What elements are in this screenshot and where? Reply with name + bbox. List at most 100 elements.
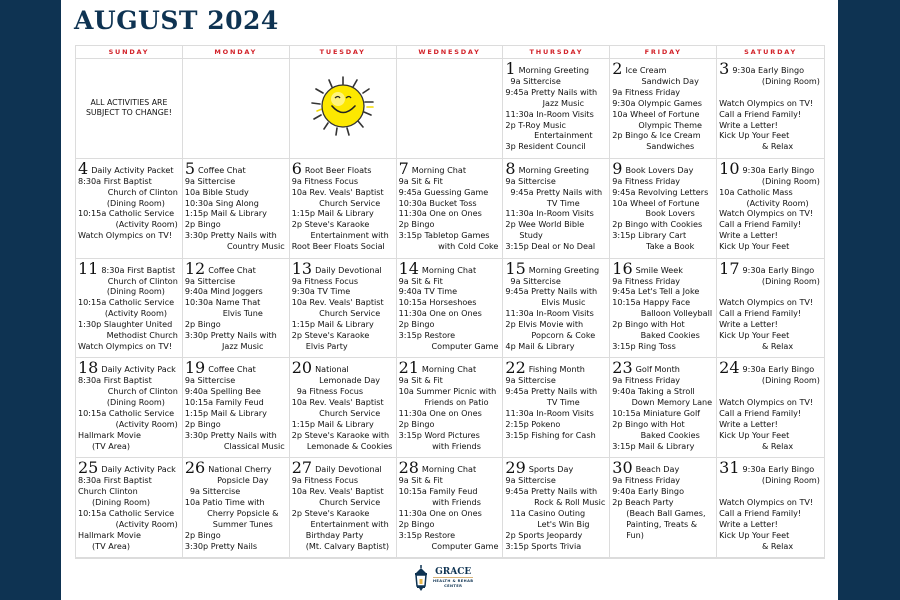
activity-line: 9:40a TV Time: [398, 286, 458, 297]
activity-line: 9:45a Pretty Nails with: [505, 486, 598, 496]
activity-line: Down Memory Lane: [631, 397, 713, 408]
day-header: 25 Daily Activity Pack: [78, 460, 180, 476]
day-header: 4 Daily Activity Packet: [78, 160, 180, 176]
activity-line: 2p Elvis Movie with: [505, 319, 584, 330]
day-headline: Root Beer Floats: [304, 164, 372, 175]
activity-line: Sandwich Day: [641, 75, 699, 86]
activity-line: 9a Sittercise: [510, 275, 561, 286]
activity-line: [719, 386, 822, 397]
activity-line: 3:15p Library Cart: [612, 230, 687, 241]
day-header: 13 Daily Devotional: [292, 260, 394, 276]
day-cell-26: 26 National Cherry Popsicle Day 9a Sitterci…: [182, 458, 290, 558]
activity-line: 2p Sports Jeopardy: [505, 529, 583, 540]
activity-line: 9a Fitness Friday: [612, 475, 681, 486]
activity-line: 11:30a One on Ones: [398, 308, 482, 319]
day-headline: Morning Chat: [421, 264, 477, 275]
activity-line: Fun): [626, 529, 644, 540]
activity-line: 9a Sittercise: [184, 375, 236, 386]
day-header: 12 Coffee Chat: [185, 260, 287, 276]
activity-line: 9:40a Taking a Stroll: [612, 386, 695, 397]
activity-line: Watch Olympics on TV!: [719, 297, 814, 308]
activity-line: Call a Friend Family!: [719, 219, 802, 230]
activity-line: 9a Sittercise: [505, 375, 556, 386]
activity-line: Entertainment with: [310, 518, 389, 529]
day-cell-18: 18 Daily Activity Pack 8:30a First Baptist…: [76, 358, 183, 459]
activity-line: 9:45a Pretty Nails with: [510, 186, 603, 197]
activity-line: (Mt. Calvary Baptist): [305, 540, 390, 551]
day-cell-13: 13 Daily Devotional 9a Fitness Focus 9:30a …: [289, 258, 397, 359]
day-number: 16: [612, 258, 633, 278]
activity-line: 1:15p Mail & Library: [291, 418, 374, 429]
day-header: 5 Coffee Chat: [185, 160, 287, 176]
activity-line: 3:30p Pretty Nails with: [184, 230, 277, 241]
activity-line: 3:15p Restore: [398, 330, 456, 341]
activity-line: (Dining Room): [761, 75, 820, 86]
day-cell-22: 22 Fishing Month 9a Sittercise 9:45a Pretty…: [503, 358, 611, 459]
activity-line: 9a Sittercise: [184, 275, 236, 286]
activity-line: 2p Bingo: [184, 319, 221, 330]
calendar-title: AUGUST 2024: [74, 6, 279, 35]
day-cell-25: 25 Daily Activity Pack 8:30a First Baptist…: [76, 458, 183, 558]
activity-line: Entertainment: [534, 130, 593, 141]
activity-line: 2p Beach Party: [612, 496, 674, 507]
day-cell-31: 31 9:30a Early Bingo (Dining Room) Watch Ol…: [717, 458, 824, 558]
activity-line: 11:30a In-Room Visits: [505, 208, 594, 219]
activity-line: 11a Casino Outing: [510, 507, 586, 518]
activity-line: Elvis Party: [305, 340, 348, 351]
activity-line: 2p Steve's Karaoke: [291, 219, 370, 230]
day-header: 20 National: [292, 360, 394, 376]
activity-line: [719, 87, 822, 98]
day-cell-7: 7 Morning Chat 9a Sit & Fit 9:45a Guessing …: [396, 158, 504, 259]
activity-line: Friends on Patio: [424, 397, 489, 408]
activity-line: Study: [519, 230, 543, 241]
activity-line: 8:30a First Baptist: [78, 475, 152, 486]
activity-line: Watch Olympics on TV!: [719, 208, 814, 219]
activity-line: Computer Game: [431, 540, 499, 551]
activity-line: 10a Patio Time with: [184, 496, 265, 507]
activity-line: Watch Olympics on TV!: [719, 397, 814, 408]
grace-logo: GRACE HEALTH & REHAB CENTER: [413, 562, 483, 594]
activity-line: 9:30a TV Time: [291, 286, 351, 297]
activity-line: 3:30p Pretty Nails with: [184, 429, 277, 440]
activity-line: 9:45a Pretty Nails with: [505, 286, 598, 297]
day-header: 10 9:30a Early Bingo: [719, 160, 822, 176]
activity-line: 10:15a Catholic Service: [78, 408, 175, 419]
activity-line: 2p Bingo with Hot: [612, 319, 685, 330]
day-cell-4: 4 Daily Activity Packet 8:30a First Baptis…: [76, 158, 183, 259]
activity-line: 9a Sit & Fit: [398, 275, 443, 286]
activity-line: & Relax: [762, 340, 794, 351]
activity-line: Methodist Church: [106, 330, 178, 341]
day-headline: 8:30a First Baptist: [101, 264, 176, 275]
activity-line: (Dining Room): [92, 496, 151, 507]
activity-line: Balloon Volleyball: [640, 308, 713, 319]
activity-line: with Friends: [432, 496, 481, 507]
activity-line: Computer Game: [431, 340, 499, 351]
day-number: 6: [291, 158, 302, 178]
activity-line: 9a Sittercise: [505, 175, 556, 186]
day-headline: Morning Greeting: [528, 264, 600, 275]
day-header: 28 Morning Chat: [399, 460, 501, 476]
notice-text: ALL ACTIVITIES ARE SUBJECT TO CHANGE!: [85, 98, 172, 118]
activity-line: 9a Sit & Fit: [398, 175, 443, 186]
activity-line: 3:15p Restore: [398, 529, 456, 540]
activity-line: 9a Fitness Friday: [612, 275, 681, 286]
activity-line: 2p Bingo: [184, 219, 221, 230]
activity-line: 9a Sittercise: [510, 75, 561, 86]
activity-line: Call a Friend Family!: [719, 108, 802, 119]
activity-line: 9:30a Olympic Games: [612, 97, 703, 108]
day-cell-29: 29 Sports Day 9a Sittercise 9:45a Pretty Na…: [503, 458, 611, 558]
weekday-header-monday: MONDAY: [182, 46, 290, 59]
day-cell-17: 17 9:30a Early Bingo (Dining Room) Watch Ol…: [717, 259, 824, 359]
day-headline: 9:30a Early Bingo: [742, 164, 815, 175]
activity-line: 10:15a Family Feud: [184, 397, 264, 408]
day-number: 9: [612, 158, 623, 178]
day-cell-30: 30 Beach Day 9a Fitness Friday 9:40a Early …: [610, 458, 718, 558]
day-number: 3: [719, 59, 730, 78]
activity-line: Church of Clinton: [107, 186, 178, 197]
activity-line: 2p Bingo: [184, 529, 221, 540]
day-cell-28: 28 Morning Chat 9a Sit & Fit 10:15a Family …: [396, 458, 504, 558]
day-header: 11 8:30a First Baptist: [78, 260, 180, 276]
weekday-header-wednesday: WEDNESDAY: [396, 46, 504, 59]
activity-line: [719, 486, 822, 497]
day-header: 7 Morning Chat: [399, 160, 501, 176]
